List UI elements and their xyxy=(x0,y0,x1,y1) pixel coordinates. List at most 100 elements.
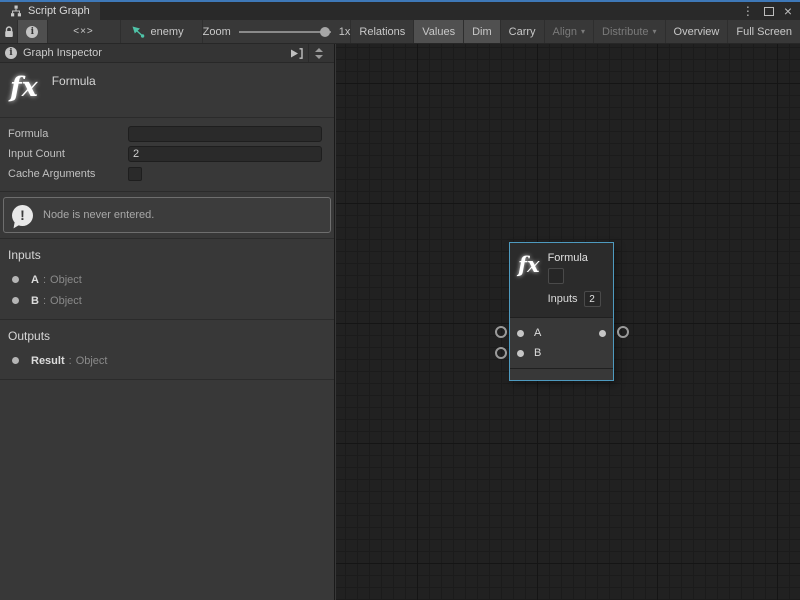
unit-title-block: fx Formula xyxy=(0,63,334,118)
distribute-button-label: Distribute xyxy=(602,26,648,38)
dock-right-icon xyxy=(290,48,303,59)
port-dot-icon xyxy=(12,276,19,283)
input-port-a-label: A xyxy=(534,327,541,339)
script-graph-icon xyxy=(10,5,22,17)
input-count-field-row: Input Count xyxy=(8,144,322,164)
script-graph-window: Script Graph ⋮ × i <×> xyxy=(0,0,800,600)
maximize-icon[interactable] xyxy=(764,7,774,16)
arrow-up-icon[interactable] xyxy=(315,48,323,52)
outer-connect-ring-result[interactable] xyxy=(617,326,629,338)
input-row-b: B : Object xyxy=(0,290,334,311)
node-formula-checkbox[interactable] xyxy=(548,268,564,284)
inputs-section-header: Inputs xyxy=(0,244,334,269)
port-type: Object xyxy=(50,274,82,286)
input-port-a[interactable] xyxy=(517,330,524,337)
input-count-field-label: Input Count xyxy=(8,148,128,160)
cache-arguments-field-row: Cache Arguments xyxy=(8,164,322,184)
zoom-label: Zoom xyxy=(203,26,231,38)
cache-arguments-checkbox[interactable] xyxy=(128,167,142,181)
outer-connect-ring-b[interactable] xyxy=(495,347,507,359)
warning-text: Node is never entered. xyxy=(43,209,154,221)
unit-title: Formula xyxy=(52,74,96,88)
port-type: Object xyxy=(50,295,82,307)
formula-node-ports: A B xyxy=(510,317,613,368)
values-button-label: Values xyxy=(422,26,455,38)
formula-field-label: Formula xyxy=(8,128,128,140)
port-name: B xyxy=(31,295,39,307)
full-screen-button-label: Full Screen xyxy=(736,26,792,38)
formula-field-row: Formula xyxy=(8,124,322,144)
outputs-section: Outputs Result : Object xyxy=(0,320,334,380)
unit-fields: Formula Input Count Cache Arguments xyxy=(0,118,334,192)
graph-toolbar: i <×> enemy Zoom 1x Relations xyxy=(0,20,800,44)
relations-button[interactable]: Relations xyxy=(351,20,414,43)
info-icon: i xyxy=(26,26,38,38)
cache-arguments-field-label: Cache Arguments xyxy=(8,168,128,180)
align-button[interactable]: Align ▾ xyxy=(545,20,594,43)
zoom-slider[interactable] xyxy=(239,26,331,38)
carry-button[interactable]: Carry xyxy=(501,20,545,43)
distribute-button[interactable]: Distribute ▾ xyxy=(594,20,665,43)
tab-script-graph[interactable]: Script Graph xyxy=(0,2,100,20)
graph-canvas[interactable]: fx Formula Inputs 2 A xyxy=(336,44,800,600)
graph-breadcrumb-label: enemy xyxy=(151,26,184,38)
window-menu-icon[interactable]: ⋮ xyxy=(742,5,754,17)
warning-section: ! Node is never entered. xyxy=(0,192,334,239)
dim-button[interactable]: Dim xyxy=(464,20,501,43)
port-separator: : xyxy=(43,274,46,286)
port-dot-icon xyxy=(12,297,19,304)
graph-breadcrumb-button[interactable]: enemy xyxy=(121,20,203,43)
info-icon: i xyxy=(5,47,17,59)
arrow-down-icon[interactable] xyxy=(315,55,323,59)
formula-node-header: fx Formula Inputs 2 xyxy=(510,243,613,317)
input-port-b[interactable] xyxy=(517,350,524,357)
output-row-result: Result : Object xyxy=(0,350,334,371)
graph-inspector-panel: i Graph Inspector fx Formula xyxy=(0,44,335,600)
full-screen-button[interactable]: Full Screen xyxy=(728,20,800,43)
warning-box: ! Node is never entered. xyxy=(3,197,331,233)
window-controls: ⋮ × xyxy=(742,2,800,20)
zoom-value: 1x xyxy=(339,26,351,38)
warning-bubble-icon: ! xyxy=(12,205,33,226)
port-name: Result xyxy=(31,355,65,367)
outputs-section-header: Outputs xyxy=(0,325,334,350)
node-port-row-a: A xyxy=(517,323,606,343)
formula-node[interactable]: fx Formula Inputs 2 A xyxy=(509,242,614,381)
output-port-result[interactable] xyxy=(599,330,606,337)
lock-icon xyxy=(4,26,14,38)
formula-node-footer xyxy=(510,368,613,380)
fx-icon: fx xyxy=(10,71,38,105)
values-button[interactable]: Values xyxy=(414,20,464,43)
lock-button[interactable] xyxy=(0,20,18,43)
input-row-a: A : Object xyxy=(0,269,334,290)
carry-button-label: Carry xyxy=(509,26,536,38)
close-icon[interactable]: × xyxy=(784,4,792,18)
node-input-count-field[interactable]: 2 xyxy=(584,291,601,307)
port-separator: : xyxy=(43,295,46,307)
overview-button-label: Overview xyxy=(674,26,720,38)
port-name: A xyxy=(31,274,39,286)
graph-inspector-title: Graph Inspector xyxy=(23,47,102,59)
formula-input[interactable] xyxy=(128,126,322,142)
inputs-section: Inputs A : Object B : Object xyxy=(0,239,334,320)
input-count-input[interactable] xyxy=(128,146,322,162)
outer-connect-ring-a[interactable] xyxy=(495,326,507,338)
panel-scroll-stepper[interactable] xyxy=(308,44,329,62)
port-separator: : xyxy=(69,355,72,367)
graph-inspector-header: i Graph Inspector xyxy=(0,44,334,63)
node-inputs-row: Inputs 2 xyxy=(548,291,601,307)
tab-bar: Script Graph ⋮ × xyxy=(0,2,800,20)
zoom-slider-track[interactable] xyxy=(239,31,331,33)
code-icon: <×> xyxy=(73,26,94,37)
chevron-down-icon: ▾ xyxy=(653,27,657,36)
align-button-label: Align xyxy=(553,26,577,38)
inspector-toggle-button[interactable]: i xyxy=(18,20,47,43)
zoom-control: Zoom 1x xyxy=(203,20,352,43)
overview-button[interactable]: Overview xyxy=(666,20,729,43)
graph-pointer-icon xyxy=(131,25,145,38)
zoom-slider-handle[interactable] xyxy=(320,27,330,37)
node-inputs-label: Inputs xyxy=(548,293,578,305)
code-view-button[interactable]: <×> xyxy=(48,20,121,43)
dock-panel-button[interactable] xyxy=(285,44,308,62)
port-dot-icon xyxy=(12,357,19,364)
